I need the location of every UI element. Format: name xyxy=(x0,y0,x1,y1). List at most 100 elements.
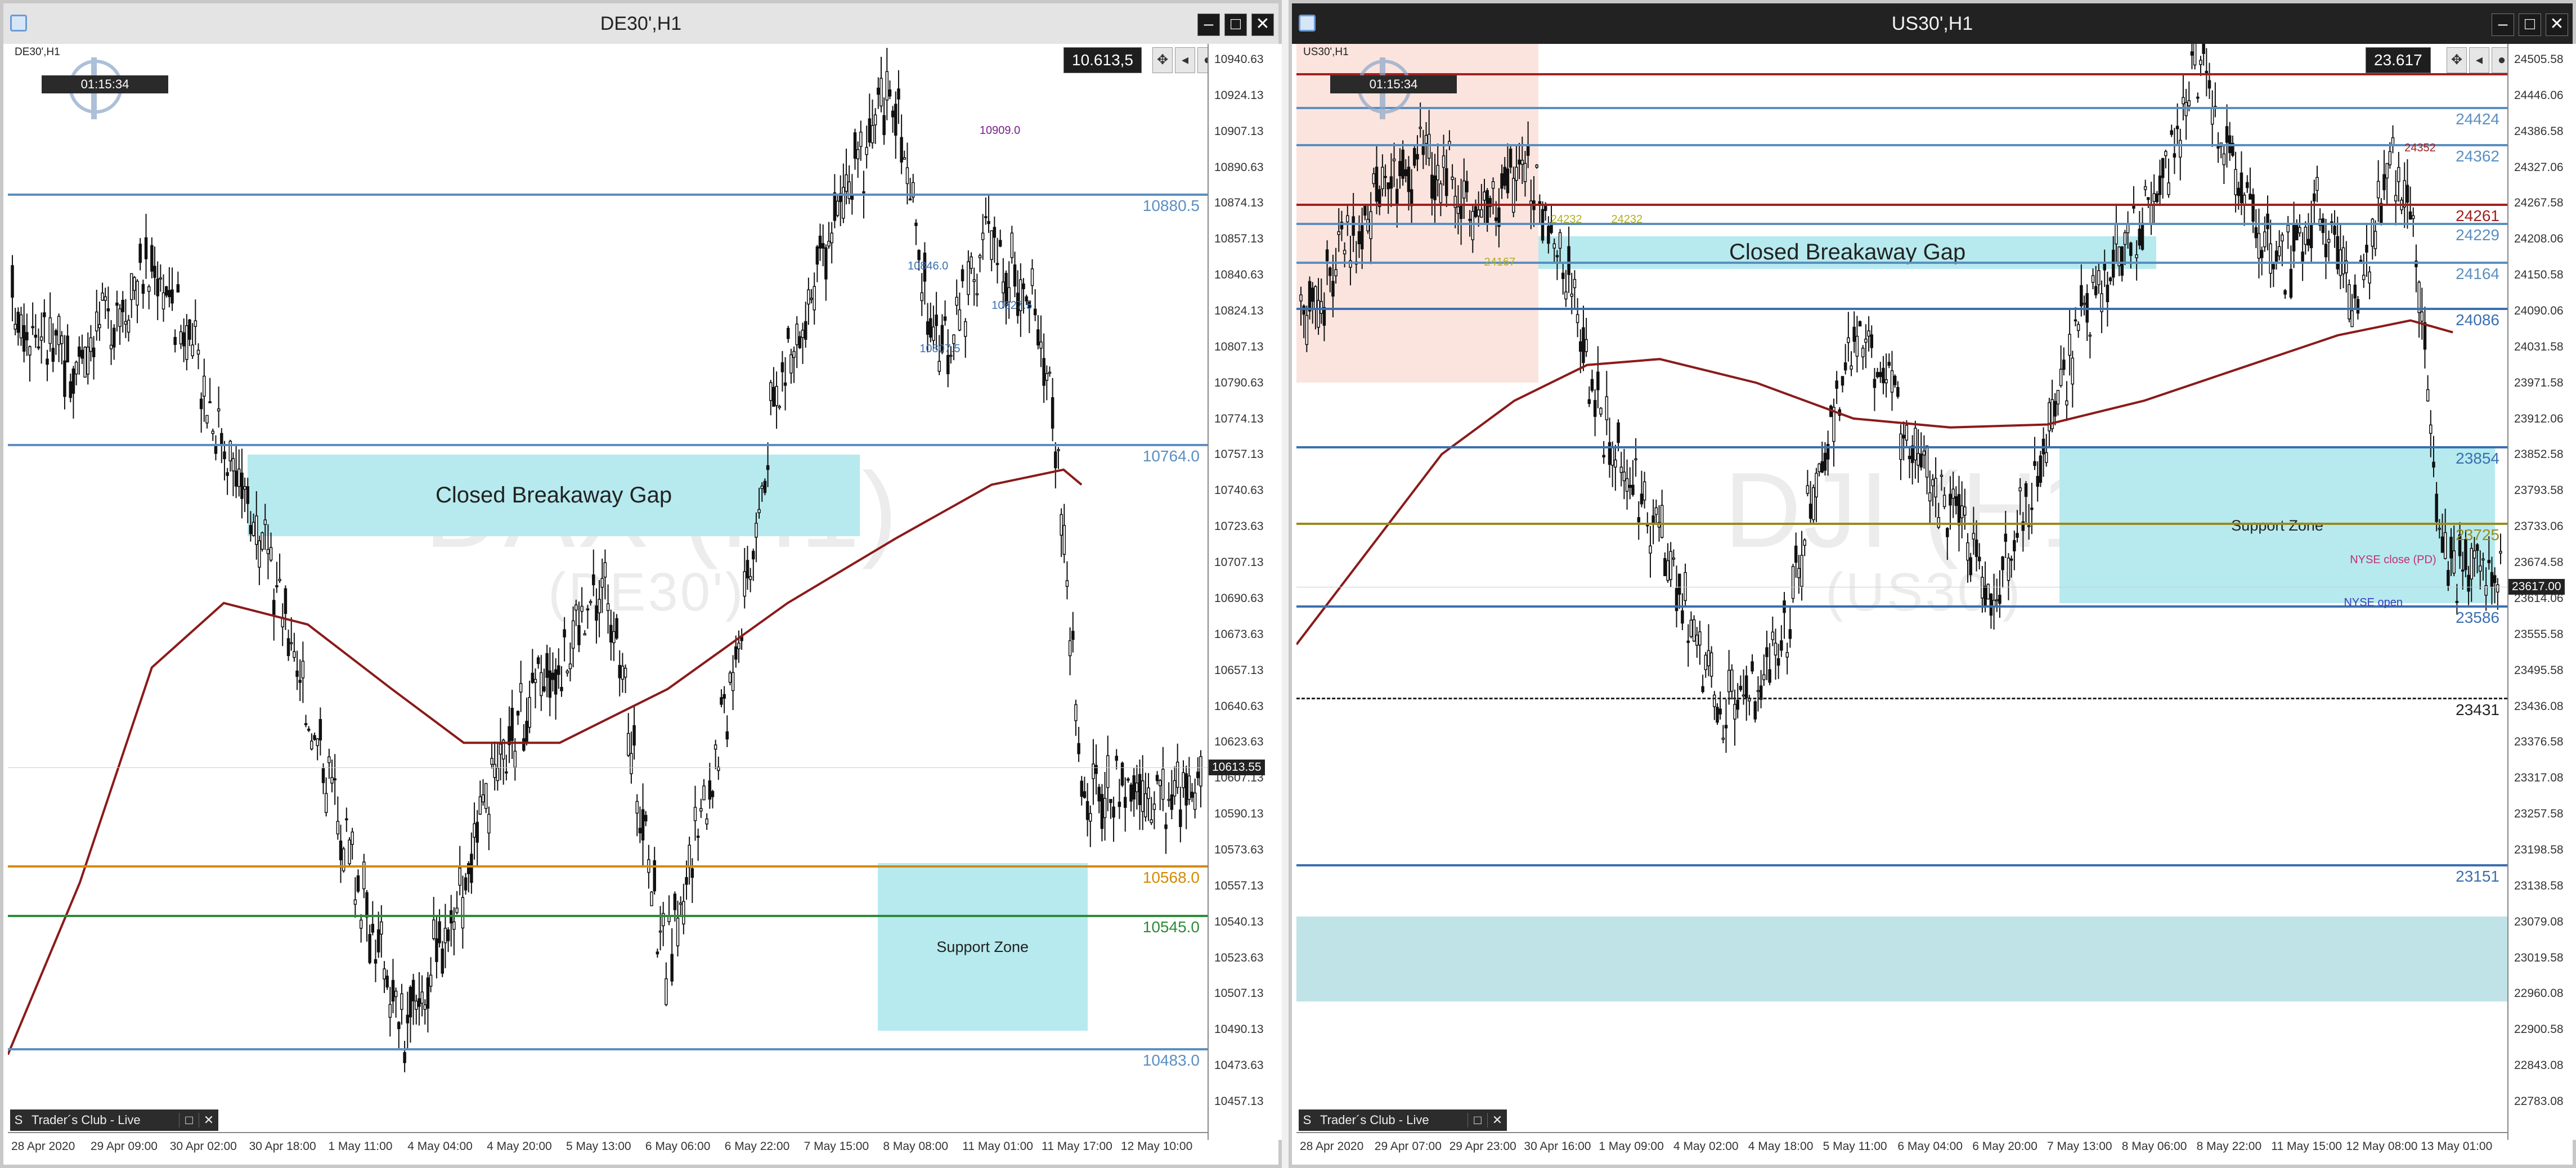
candle-body xyxy=(1721,738,1725,740)
candle-body xyxy=(2490,572,2494,587)
time-axis[interactable]: 28 Apr 2020 29 Apr 09:00 30 Apr 02:00 30 Ap… xyxy=(8,1132,1208,1165)
price-step-icon[interactable]: ✥ xyxy=(1152,47,1173,73)
candle-body xyxy=(2365,245,2368,253)
traders-club-tab[interactable]: S Trader´s Club - Live □ ✕ xyxy=(1299,1109,1507,1131)
candle-body xyxy=(2074,319,2077,322)
candle-body xyxy=(1875,372,1879,378)
tab-close-icon[interactable]: ✕ xyxy=(199,1113,218,1127)
minimize-button[interactable]: ‒ xyxy=(2492,14,2514,36)
y-tick-label: 10840.63 xyxy=(1214,268,1264,282)
candle-body xyxy=(615,618,618,639)
traders-club-tab[interactable]: S Trader´s Club - Live □ ✕ xyxy=(10,1109,218,1131)
close-button[interactable]: ✕ xyxy=(2546,14,2568,36)
candle-body xyxy=(760,486,764,489)
tab-maximize-icon[interactable]: □ xyxy=(1467,1113,1487,1127)
price-axis[interactable]: 24505.58 24446.06 24386.58 24327.06 24267.58… xyxy=(2507,44,2576,1140)
price-level-line[interactable] xyxy=(8,1048,1208,1050)
candle-body xyxy=(133,277,136,291)
price-level-label: 24362 xyxy=(2456,147,2499,165)
chart-plot-area[interactable]: DAX (H1) (DE30') Closed Breakaway GapSup… xyxy=(8,44,1208,1140)
candle-body xyxy=(2234,169,2237,195)
price-level-line[interactable] xyxy=(1296,522,2507,525)
de30-chart-window[interactable]: DE30',H1 ‒ □ ✕ DAX (H1) (DE30') Closed B… xyxy=(0,0,1282,1168)
candle-body xyxy=(54,330,58,336)
tab-maximize-icon[interactable]: □ xyxy=(179,1113,199,1127)
minimize-button[interactable]: ‒ xyxy=(1197,14,1220,36)
candle-body xyxy=(237,468,241,487)
toggle-icon[interactable]: ● xyxy=(2492,47,2507,73)
candle-body xyxy=(1092,763,1095,779)
price-level-line[interactable] xyxy=(8,443,1208,446)
price-level-label: 10568.0 xyxy=(1142,869,1200,887)
candle-timer: 01:15:34 xyxy=(42,75,168,93)
price-chart-svg[interactable] xyxy=(8,44,1208,1140)
maximize-button[interactable]: □ xyxy=(2519,14,2541,36)
collapse-arrow-icon[interactable]: ◂ xyxy=(2469,47,2489,73)
candle-body xyxy=(2094,286,2098,295)
candle-body xyxy=(505,771,508,774)
candle-body xyxy=(1416,154,1419,160)
candle-body xyxy=(862,191,865,194)
price-axis[interactable]: 10940.63 10924.13 10907.13 10890.63 10874.13… xyxy=(1208,44,1282,1140)
candle-body xyxy=(66,335,69,363)
candle-body xyxy=(153,266,156,278)
price-level-line[interactable] xyxy=(1296,143,2507,146)
candle-body xyxy=(1085,801,1089,820)
price-level-line[interactable] xyxy=(1296,204,2507,206)
price-level-line[interactable] xyxy=(1296,73,2507,75)
price-step-icon[interactable]: ✥ xyxy=(2447,47,2467,73)
candle-body xyxy=(57,316,61,345)
tab-close-icon[interactable]: ✕ xyxy=(1487,1113,1507,1127)
candle-body xyxy=(1042,358,1045,386)
candle-body xyxy=(2373,231,2377,249)
chart-plot-area[interactable]: DJI (H1) (US30') Closed Breakaway Gap Sup… xyxy=(1296,44,2507,1140)
candle-body xyxy=(1523,163,1527,182)
candle-body xyxy=(641,809,645,841)
collapse-arrow-icon[interactable]: ◂ xyxy=(1175,47,1195,73)
candle-body xyxy=(2283,290,2287,295)
candle-body xyxy=(1823,452,1827,471)
candle-body xyxy=(1596,371,1600,390)
candle-body xyxy=(766,465,770,470)
price-level-line[interactable] xyxy=(1296,697,2507,699)
window-titlebar[interactable]: US30',H1 ‒ □ ✕ xyxy=(1292,3,2573,44)
maximize-button[interactable]: □ xyxy=(1224,14,1247,36)
candle-body xyxy=(1158,780,1162,787)
candle-body xyxy=(2467,574,2470,592)
candle-body xyxy=(1582,327,1585,363)
candle-body xyxy=(2068,334,2071,356)
price-level-line[interactable] xyxy=(1296,864,2507,866)
candle-body xyxy=(2420,311,2424,322)
candle-body xyxy=(1152,803,1156,810)
candle-body xyxy=(1928,492,1932,502)
chart-annotation: 10807.5 xyxy=(919,342,961,355)
time-axis[interactable]: 28 Apr 2020 29 Apr 07:00 29 Apr 23:00 30 Ap… xyxy=(1296,1132,2507,1165)
price-level-line[interactable] xyxy=(1296,605,2507,608)
us30-chart-window[interactable]: US30',H1 ‒ □ ✕ DJI (H1) (US30') Closed B… xyxy=(1289,0,2576,1168)
price-level-line[interactable] xyxy=(1296,223,2507,226)
price-level-line[interactable] xyxy=(8,915,1208,917)
chart-annotation: 10827.5 xyxy=(991,299,1033,312)
candle-body xyxy=(894,104,897,136)
price-level-line[interactable] xyxy=(1296,308,2507,311)
price-chart-svg[interactable] xyxy=(1296,44,2507,1140)
candle-body xyxy=(2062,360,2066,370)
price-level-line[interactable] xyxy=(1296,107,2507,110)
candle-body xyxy=(2196,96,2200,99)
price-level-line[interactable] xyxy=(8,865,1208,868)
candle-body xyxy=(2175,125,2179,129)
candle-body xyxy=(1535,164,1538,168)
candle-body xyxy=(1756,690,1760,693)
candle-body xyxy=(127,320,131,333)
y-tick-label: 23436.08 xyxy=(2514,699,2564,713)
candle-body xyxy=(670,954,674,982)
price-level-line[interactable] xyxy=(8,193,1208,196)
window-titlebar[interactable]: DE30',H1 ‒ □ ✕ xyxy=(3,3,1278,44)
candle-body xyxy=(1558,232,1562,249)
close-button[interactable]: ✕ xyxy=(1251,14,1274,36)
price-level-line[interactable] xyxy=(1296,446,2507,448)
y-tick-label: 24150.58 xyxy=(2514,268,2564,282)
y-tick-label: 23555.58 xyxy=(2514,627,2564,641)
toggle-icon[interactable]: ● xyxy=(1197,47,1208,73)
price-level-line[interactable] xyxy=(1296,261,2507,264)
